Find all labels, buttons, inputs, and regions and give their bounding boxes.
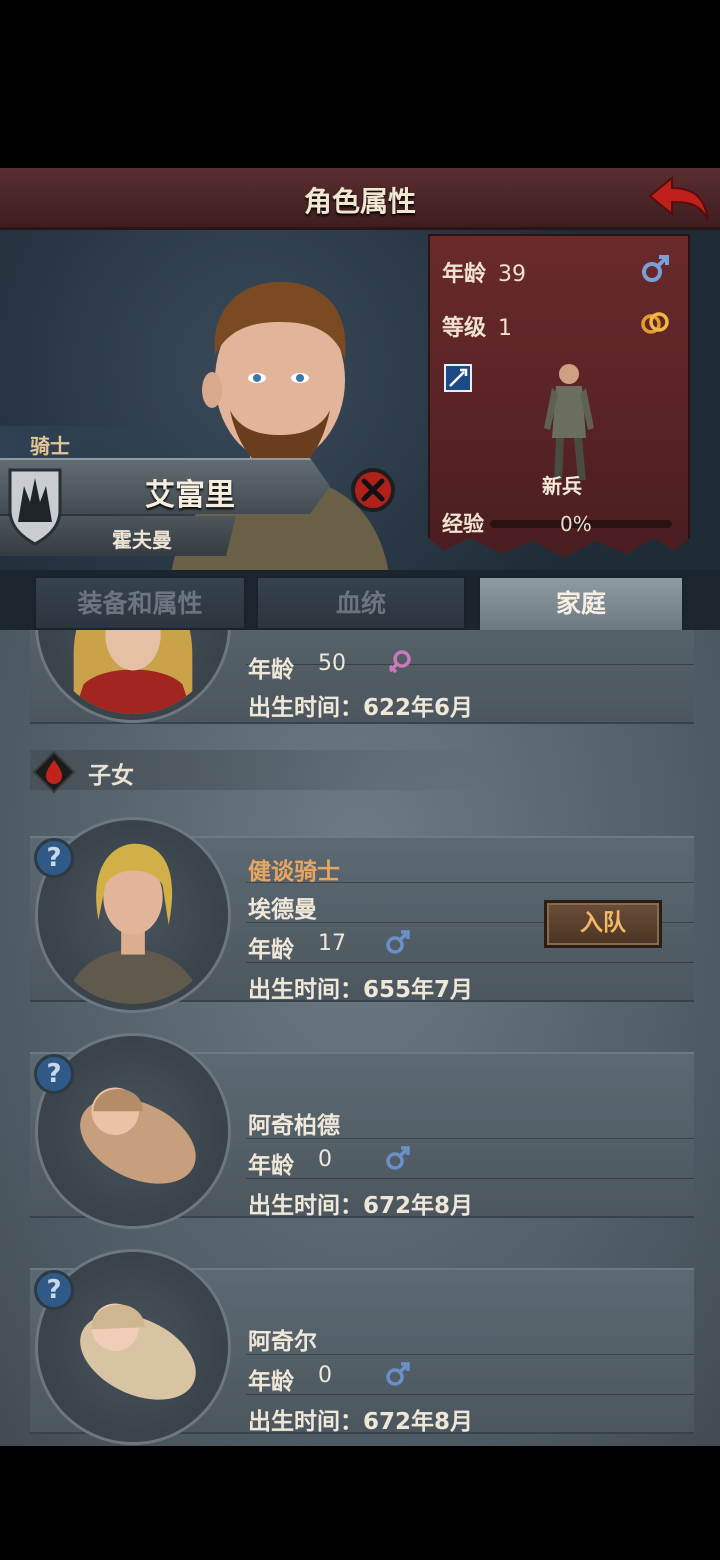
bottom-letterbox <box>0 1446 720 1560</box>
unit-type-label: 新兵 <box>542 474 582 498</box>
join-party-button[interactable]: 入队 <box>544 900 662 948</box>
child-3-age-label: 年龄 <box>248 1369 294 1395</box>
tab-equipment-attributes[interactable]: 装备和属性 <box>34 576 246 630</box>
back-arrow-icon[interactable] <box>646 174 712 224</box>
male-gender-icon <box>386 930 410 954</box>
family-blood-icon <box>32 750 76 794</box>
level-value: 1 <box>498 316 513 341</box>
child-3-birth: 出生时间：672年8月 <box>248 1409 474 1435</box>
recruit-unit-figure <box>544 364 594 480</box>
class-tag: 骑士 <box>0 426 200 460</box>
child-1-birth: 出生时间：655年7月 <box>248 977 474 1003</box>
level-row: 等级 1 <box>442 310 512 342</box>
child-2-name: 阿奇柏德 <box>248 1113 340 1139</box>
age-row: 年龄 39 <box>442 256 526 288</box>
shield-crest-icon <box>8 468 62 546</box>
stats-panel: 年龄 39 等级 1 新兵 经验 0% <box>428 234 690 558</box>
child-2-age-value: 0 <box>318 1147 332 1172</box>
children-section-label: 子女 <box>88 763 134 789</box>
page-title: 角色属性 <box>303 185 416 218</box>
class-label: 骑士 <box>30 434 70 458</box>
male-gender-icon <box>386 1362 410 1386</box>
dismiss-close-icon[interactable] <box>350 467 396 513</box>
sword-skill-icon[interactable] <box>444 364 472 392</box>
male-gender-icon <box>642 255 669 282</box>
hero-surname: 霍夫曼 <box>112 528 172 552</box>
top-letterbox <box>0 0 720 168</box>
male-gender-icon <box>386 1146 410 1170</box>
spouse-age-value: 50 <box>318 651 346 676</box>
spouse-age-label: 年龄 <box>248 657 294 683</box>
header-bar: 角色属性 <box>0 168 720 230</box>
age-label: 年龄 <box>442 262 487 287</box>
child-1-title: 健谈骑士 <box>248 859 340 885</box>
child-3-help-icon[interactable]: ? <box>34 1270 74 1310</box>
child-1-age-label: 年龄 <box>248 937 294 963</box>
child-1-name: 埃德曼 <box>248 897 317 923</box>
child-1-age-value: 17 <box>318 931 346 956</box>
age-value: 39 <box>498 262 527 287</box>
spouse-birth: 出生时间：622年6月 <box>248 695 474 721</box>
hero-first-name: 艾富里 <box>145 478 235 513</box>
female-gender-icon <box>388 650 411 674</box>
exp-percent: 0% <box>560 512 592 536</box>
child-1-help-icon[interactable]: ? <box>34 838 74 878</box>
children-section-header: 子女 <box>30 750 490 794</box>
exp-label: 经验 <box>442 512 484 536</box>
tab-bloodline[interactable]: 血统 <box>256 576 466 630</box>
tab-bar: 装备和属性 血统 家庭 <box>0 570 720 630</box>
level-label: 等级 <box>442 316 487 341</box>
child-2-help-icon[interactable]: ? <box>34 1054 74 1094</box>
family-list[interactable]: 年龄 50 出生时间：622年6月 子女 健谈骑士 埃德曼 年龄 17 出生时间… <box>0 630 720 1446</box>
child-2-age-label: 年龄 <box>248 1153 294 1179</box>
child-2-birth: 出生时间：672年8月 <box>248 1193 474 1219</box>
child-3-age-value: 0 <box>318 1363 332 1388</box>
wedding-rings-icon <box>641 312 669 334</box>
hero-portrait-area: 骑士 艾富里 霍夫曼 年龄 39 等级 1 新兵 经验 0% <box>0 230 720 575</box>
child-3-name: 阿奇尔 <box>248 1329 317 1355</box>
tab-family[interactable]: 家庭 <box>478 576 684 630</box>
